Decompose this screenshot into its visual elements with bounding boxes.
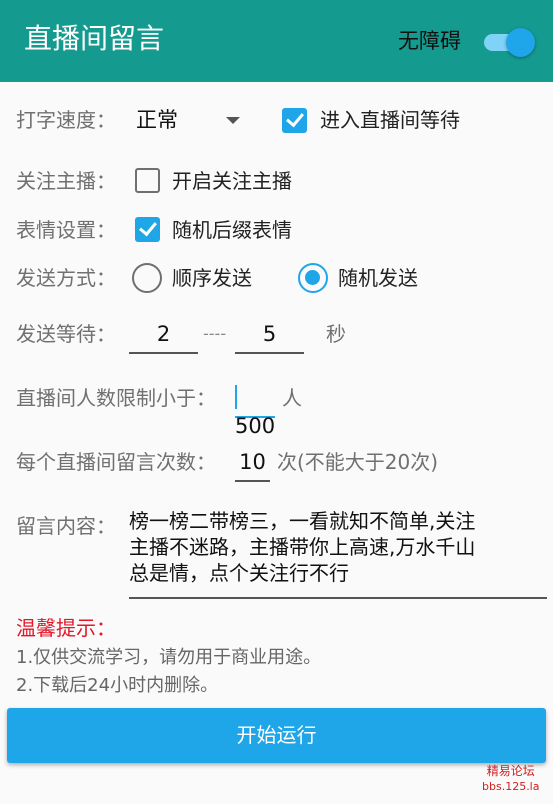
tip-item: 2.下载后24小时内删除。 [16,675,219,696]
random-emoji-label: 随机后缀表情 [172,218,292,242]
start-button[interactable]: 开始运行 [7,708,546,763]
follow-label: 关注主播： [16,169,116,193]
watermark-title: 精易论坛 [486,764,535,778]
wait-in-room-label: 进入直播间等待 [320,108,460,132]
watermark-url: bbs.125.la [482,780,540,793]
follow-streamer-label: 开启关注主播 [172,169,292,193]
viewer-limit-label: 直播间人数限制小于： [16,386,216,410]
random-emoji-checkbox[interactable] [135,217,160,242]
typing-speed-label: 打字速度： [16,108,116,132]
tips-title: 温馨提示： [16,616,116,640]
content-label: 留言内容： [16,514,116,538]
dropdown-arrow-icon [226,117,240,124]
message-count-note: 次(不能大于20次) [277,450,439,474]
message-count-label: 每个直播间留言次数： [16,450,216,474]
wait-separator: ---- [203,324,227,343]
wait-in-room-checkbox[interactable] [282,108,307,133]
page-title: 直播间留言 [24,22,165,55]
toggle-thumb [506,28,535,57]
wait-max-input[interactable]: 5 [235,320,304,354]
random-send-radio[interactable] [298,263,328,293]
wait-unit-label: 秒 [326,322,346,346]
message-content-textarea[interactable]: 榜一榜二带榜三，一看就知不简单,关注 主播不迷路，主播带你上高速,万水千山 总是… [129,508,547,599]
random-send-label: 随机发送 [338,266,418,290]
text-caret [235,385,237,409]
accessibility-label: 无障碍 [398,29,461,53]
accessibility-toggle[interactable] [481,28,535,57]
tip-item: 1.仅供交流学习，请勿用于商业用途。 [16,647,322,668]
send-mode-label: 发送方式： [16,266,116,290]
viewer-limit-input[interactable]: 500 [235,384,275,438]
forum-watermark: 精易论坛 bbs.125.la [482,764,539,794]
send-wait-label: 发送等待： [16,322,116,346]
app-bar: 直播间留言 无障碍 [0,0,553,82]
viewer-limit-unit: 人 [282,386,302,410]
typing-speed-dropdown[interactable]: 正常 [134,105,246,135]
sequential-send-radio[interactable] [132,263,162,293]
emoji-label: 表情设置： [16,218,116,242]
typing-speed-value: 正常 [136,108,178,132]
viewer-limit-value: 500 [235,414,276,438]
wait-min-input[interactable]: 2 [129,320,198,354]
follow-streamer-checkbox[interactable] [135,168,160,193]
sequential-send-label: 顺序发送 [172,266,252,290]
message-count-input[interactable]: 10 [235,448,270,482]
